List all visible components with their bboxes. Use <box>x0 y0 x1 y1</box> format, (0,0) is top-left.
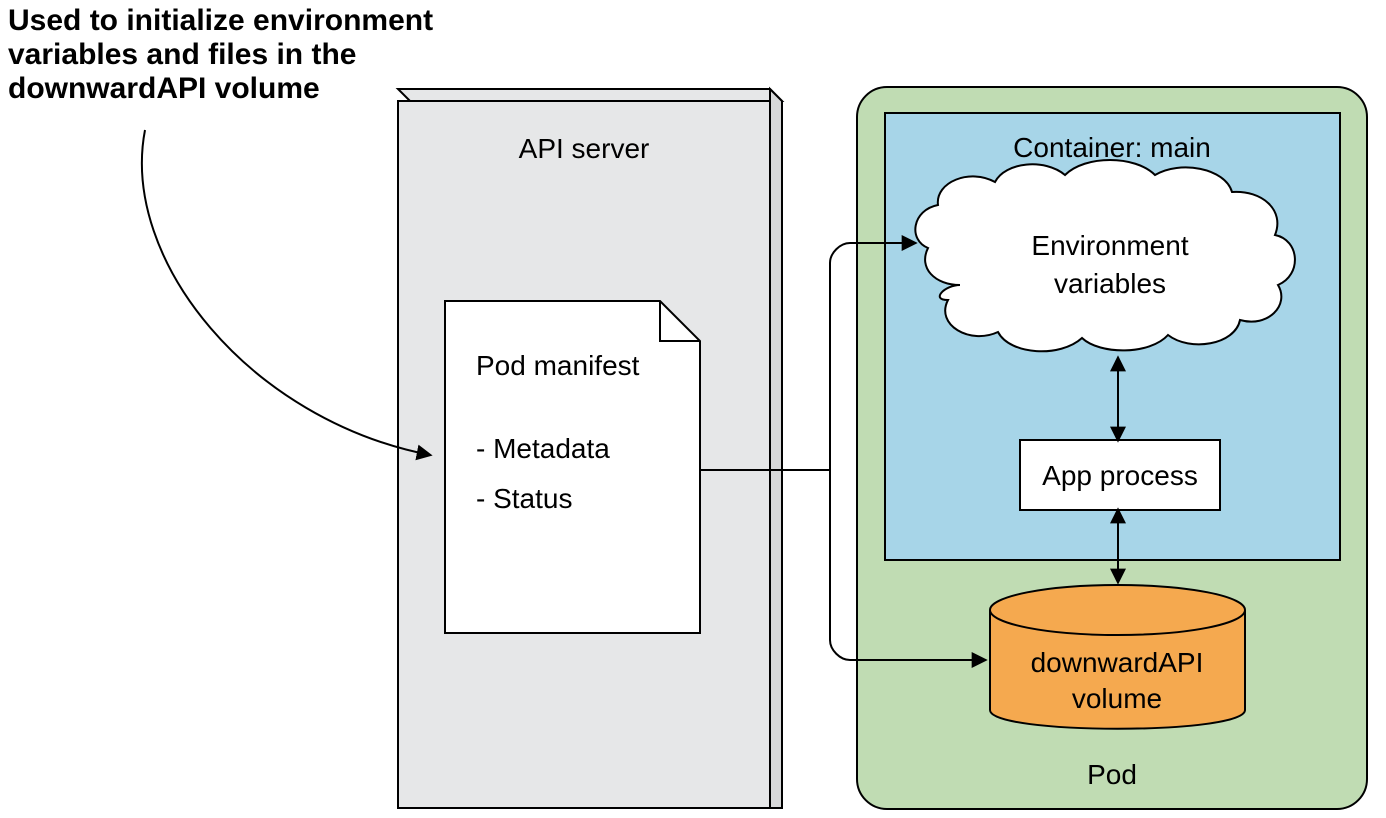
annotation-line2: variables and files in the <box>8 38 356 71</box>
volume-line1: downwardAPI <box>1031 647 1204 678</box>
annotation-line3: downwardAPI volume <box>8 72 320 105</box>
pod-manifest-title: Pod manifest <box>476 350 640 381</box>
container-title: Container: main <box>1013 132 1211 163</box>
app-process-label: App process <box>1042 460 1198 491</box>
env-vars-line1: Environment <box>1031 230 1188 261</box>
annotation-line1: Used to initialize environment <box>8 4 433 37</box>
api-server-title: API server <box>519 133 650 164</box>
annotation-text: Used to initialize environment variables… <box>8 4 433 105</box>
pod-title: Pod <box>1087 759 1137 790</box>
annotation-callout-arrow <box>142 130 430 455</box>
pod-manifest-doc: Pod manifest - Metadata - Status <box>445 301 700 633</box>
pod-manifest-item-metadata: - Metadata <box>476 433 610 464</box>
pod-manifest-item-status: - Status <box>476 483 572 514</box>
volume-line2: volume <box>1072 683 1162 714</box>
app-process-box: App process <box>1020 440 1220 510</box>
downwardapi-volume: downwardAPI volume <box>990 585 1245 729</box>
env-vars-line2: variables <box>1054 268 1166 299</box>
